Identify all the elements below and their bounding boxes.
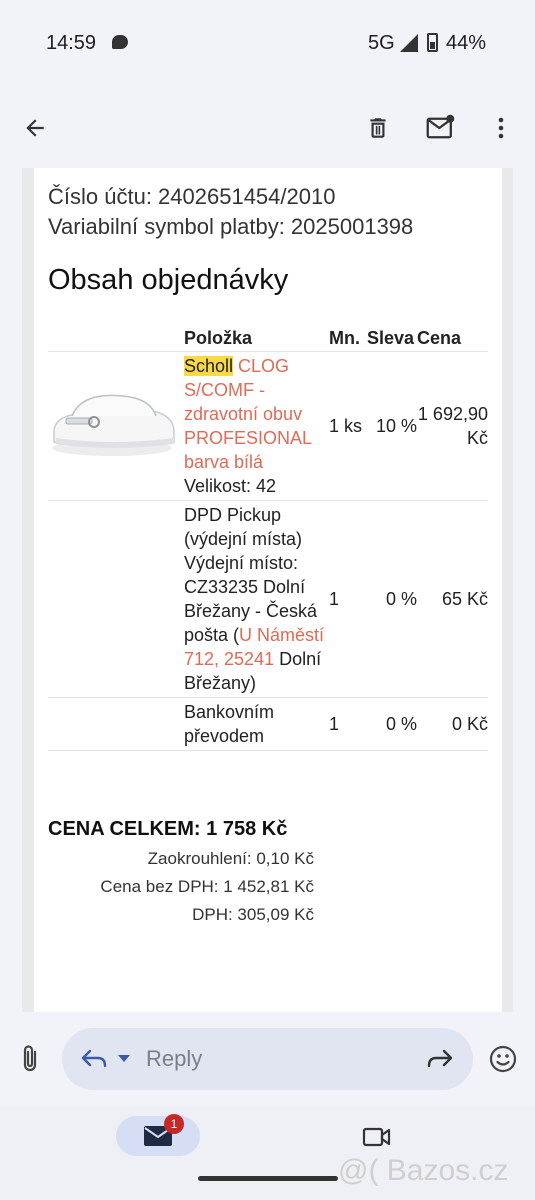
back-button[interactable] (17, 110, 53, 146)
status-bar: 14:59 5G 44% (0, 0, 535, 88)
chat-notification-icon (112, 35, 128, 49)
header-discount: Sleva (367, 328, 415, 348)
discount-cell: 0 % (367, 500, 417, 698)
header-item: Položka (184, 328, 253, 348)
app-bar (0, 88, 535, 168)
emoji-icon (489, 1045, 517, 1073)
qty-cell: 1 ks (329, 351, 367, 501)
reply-placeholder: Reply (146, 1046, 203, 1071)
reply-icon (81, 1049, 107, 1068)
watermark: @( Bazos.cz (338, 1154, 509, 1187)
status-time: 14:59 (46, 32, 97, 54)
table-header-row: Položka Mn. Sleva Cena (48, 324, 488, 352)
arrow-back-icon (26, 119, 44, 137)
table-row: Bankovním převodem 1 0 % 0 Kč (48, 697, 488, 751)
trash-icon (370, 118, 386, 138)
qty-cell: 1 (329, 697, 367, 751)
price-cell: 1 692,90 Kč (417, 351, 488, 501)
bottom-nav: 1 @( Bazos.cz (0, 1106, 535, 1200)
attach-button[interactable] (18, 1044, 42, 1079)
payment-info: Číslo účtu: 2402651454/2010 Variabilní s… (48, 182, 413, 242)
nav-meet[interactable] (362, 1126, 392, 1153)
delete-button[interactable] (360, 110, 396, 146)
chevron-down-icon[interactable] (118, 1055, 130, 1063)
header-qty: Mn. (329, 328, 360, 348)
shipping-text: DPD Pickup (výdejní místa) Výdejní místo… (184, 505, 318, 645)
email-body[interactable]: Číslo účtu: 2402651454/2010 Variabilní s… (22, 168, 513, 1012)
order-items-table: Položka Mn. Sleva Cena Scholl CLOG S/COM… (48, 324, 488, 751)
order-totals: CENA CELKEM: 1 758 Kč Zaokrouhlení: 0,10… (48, 818, 314, 929)
rounding: Zaokrouhlení: 0,10 Kč (147, 849, 314, 868)
variable-symbol: Variabilní symbol platby: 2025001398 (48, 214, 414, 239)
unread-badge: 1 (164, 1114, 184, 1134)
nav-mail[interactable] (116, 1116, 200, 1156)
battery-percent: 44% (446, 32, 487, 54)
product-size: Velikost: 42 (184, 476, 277, 496)
table-row: Scholl CLOG S/COMF - zdravotní obuv PROF… (48, 351, 488, 501)
more-options-button[interactable] (483, 110, 519, 146)
brand-highlight: Scholl (184, 356, 234, 376)
reply-field[interactable]: Reply (62, 1028, 473, 1090)
product-image-clog[interactable] (48, 386, 176, 460)
more-vert-icon (498, 117, 504, 139)
paperclip-icon (23, 1045, 37, 1072)
network-type: 5G (368, 32, 395, 54)
price-cell: 65 Kč (417, 500, 488, 698)
battery-icon (427, 33, 438, 52)
reply-bar: Reply (0, 1012, 535, 1106)
table-row: DPD Pickup (výdejní místa) Výdejní místo… (48, 500, 488, 698)
qty-cell: 1 (329, 500, 367, 698)
price-cell: 0 Kč (417, 697, 488, 751)
gesture-bar (198, 1176, 338, 1181)
mark-unread-icon (426, 114, 455, 139)
account-number: Číslo účtu: 2402651454/2010 (48, 184, 336, 209)
discount-cell: 10 % (367, 351, 417, 501)
product-name-cell: Scholl CLOG S/COMF - zdravotní obuv PROF… (184, 351, 329, 501)
video-camera-icon (362, 1127, 391, 1147)
shipping-cell: DPD Pickup (výdejní místa) Výdejní místo… (184, 500, 329, 698)
total-price: CENA CELKEM: 1 758 Kč (48, 818, 288, 840)
payment-method-cell: Bankovním převodem (184, 697, 329, 751)
mark-unread-button[interactable] (423, 110, 459, 146)
forward-icon[interactable] (426, 1048, 454, 1070)
order-contents-title: Obsah objednávky (48, 264, 289, 296)
header-price: Cena (417, 328, 462, 348)
email-card: Číslo účtu: 2402651454/2010 Variabilní s… (34, 168, 502, 1012)
vat: DPH: 305,09 Kč (192, 905, 314, 924)
discount-cell: 0 % (367, 697, 417, 751)
price-without-vat: Cena bez DPH: 1 452,81 Kč (100, 877, 314, 896)
emoji-button[interactable] (488, 1044, 518, 1079)
signal-icon (400, 34, 418, 52)
